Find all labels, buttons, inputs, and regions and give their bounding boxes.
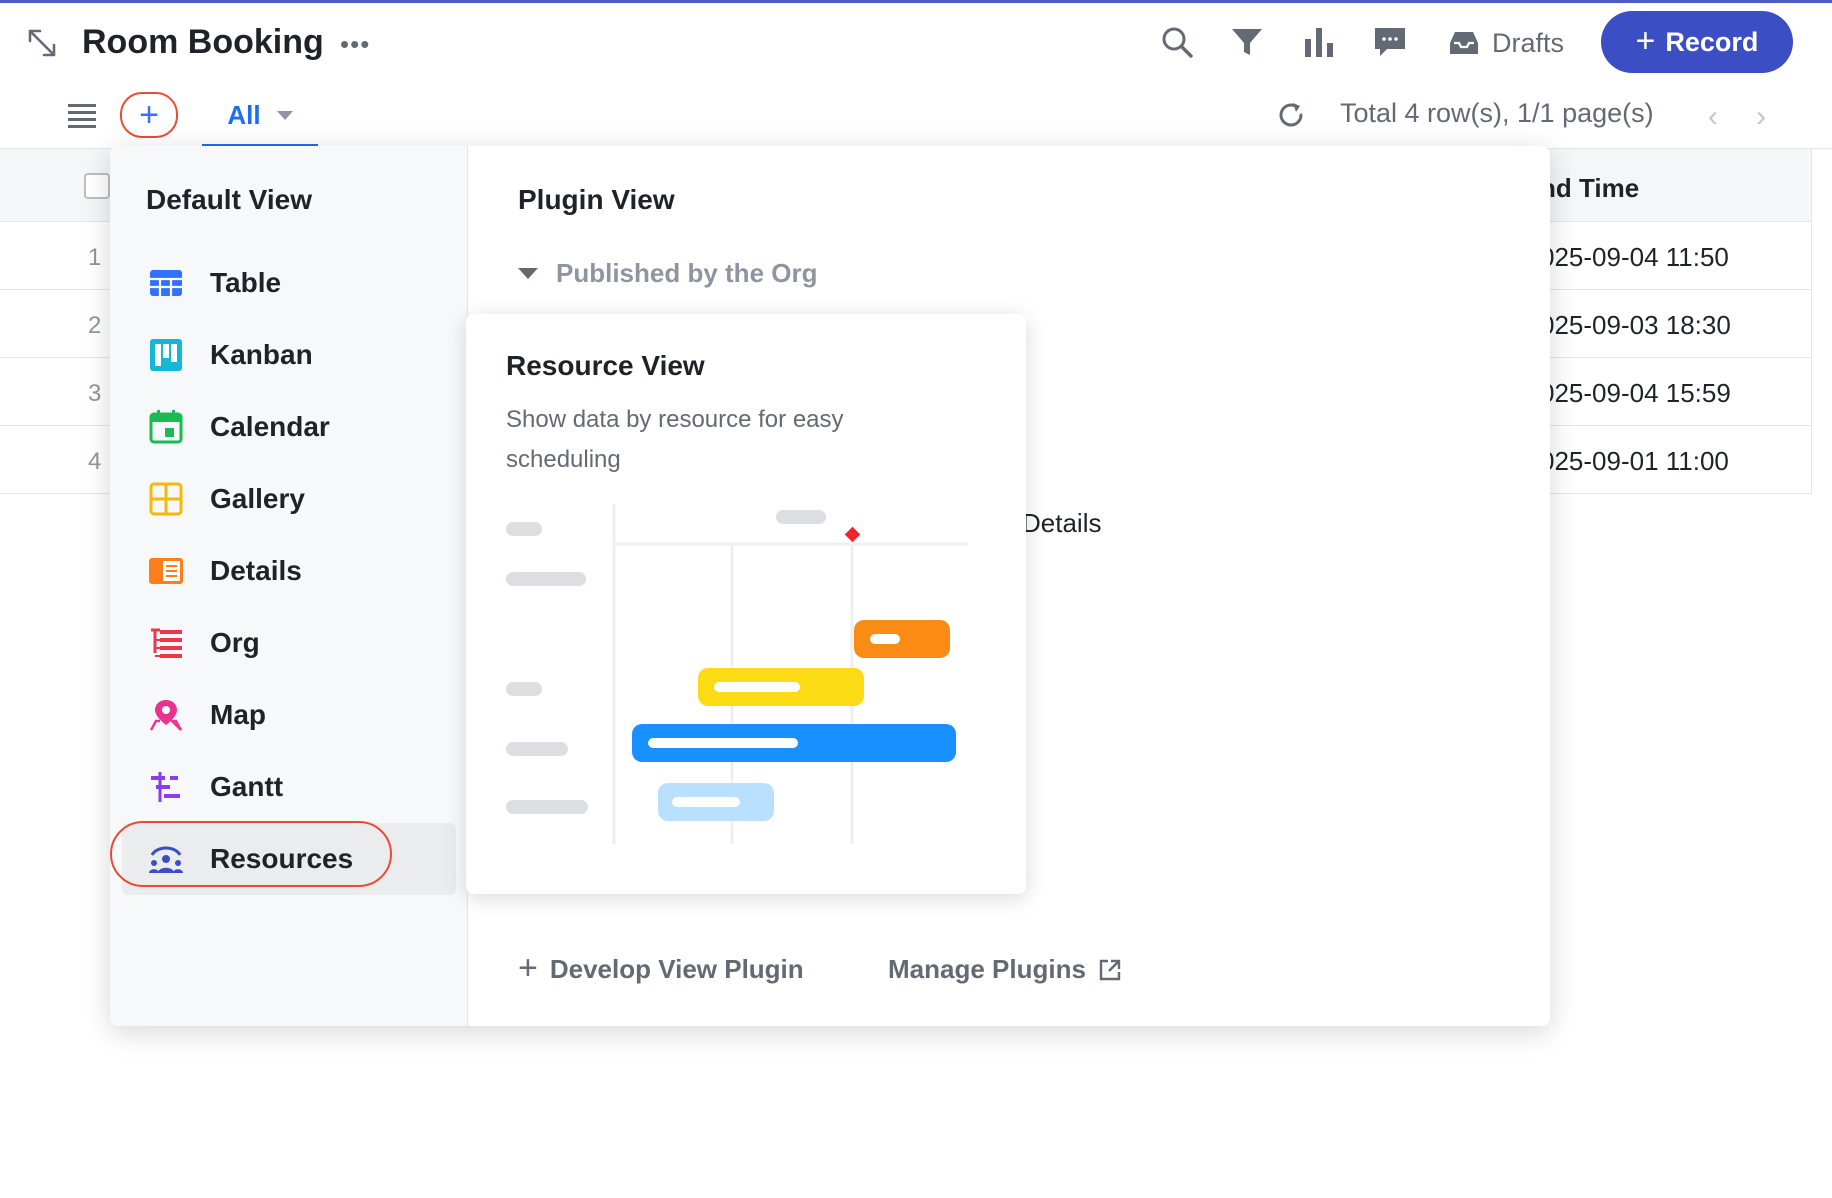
view-option-label: Map <box>210 699 266 730</box>
end-time-cell[interactable]: 025-09-04 15:59 <box>1540 378 1731 409</box>
view-option-table[interactable]: Table <box>122 247 456 319</box>
view-toolbar: + All Total 4 row(s), 1/1 page(s) ‹ › <box>0 86 1832 148</box>
record-button-label: Record <box>1665 26 1759 57</box>
view-option-label: Gallery <box>210 483 305 514</box>
manage-plugins-label: Manage Plugins <box>888 954 1086 984</box>
resources-icon <box>149 846 183 873</box>
select-all-checkbox[interactable] <box>84 173 110 199</box>
next-page-button[interactable]: › <box>1756 100 1766 134</box>
view-option-label: Calendar <box>210 411 330 442</box>
view-option-details[interactable]: Details <box>122 535 456 607</box>
calendar-icon <box>149 410 183 444</box>
refresh-icon[interactable] <box>1276 100 1306 130</box>
view-option-label: Details <box>210 555 302 586</box>
divider <box>1811 149 1812 494</box>
drafts-button[interactable]: Drafts <box>1448 23 1564 63</box>
more-icon[interactable]: ••• <box>340 29 370 60</box>
kanban-icon <box>150 339 182 371</box>
pagination-summary: Total 4 row(s), 1/1 page(s) <box>1340 98 1654 128</box>
view-option-label: Resources <box>210 843 354 874</box>
caret-down-icon <box>518 268 538 279</box>
drafts-label: Drafts <box>1492 27 1565 58</box>
plus-icon: + <box>139 96 159 134</box>
plugin-view-title: Plugin View <box>518 184 675 215</box>
row-number: 4 <box>88 448 102 475</box>
map-pin-icon <box>149 700 183 731</box>
chart-icon[interactable] <box>1302 25 1336 59</box>
view-option-kanban[interactable]: Kanban <box>122 319 456 391</box>
default-view-list: Default View Table Kanban Calendar Galle… <box>110 146 468 1026</box>
plugin-item-details[interactable]: Details <box>1022 508 1101 539</box>
expand-icon[interactable] <box>26 27 58 59</box>
view-option-org[interactable]: Org <box>122 607 456 679</box>
org-icon <box>151 628 182 658</box>
caret-down-icon[interactable] <box>276 110 293 120</box>
resource-timeline-illustration <box>506 504 968 844</box>
resource-view-tooltip: Resource View Show data by resource for … <box>466 314 1026 894</box>
view-option-calendar[interactable]: Calendar <box>122 391 456 463</box>
add-record-button[interactable]: + Record <box>1601 11 1793 73</box>
filter-icon[interactable] <box>1230 25 1264 59</box>
gantt-icon <box>151 772 180 802</box>
end-time-cell[interactable]: 025-09-04 11:50 <box>1540 242 1729 273</box>
tooltip-title: Resource View <box>506 350 705 381</box>
view-option-resources[interactable]: Resources <box>122 823 456 895</box>
details-icon <box>149 558 183 584</box>
default-view-title: Default View <box>146 184 312 215</box>
inbox-icon <box>1450 32 1478 54</box>
plus-icon: + <box>518 948 538 987</box>
tab-all-label: All <box>227 99 261 130</box>
plugin-group-header[interactable]: Published by the Org <box>518 258 817 289</box>
gallery-icon <box>149 482 183 516</box>
page-title: Room Booking <box>82 23 324 61</box>
view-option-label: Gantt <box>210 771 284 802</box>
table-icon <box>150 270 182 296</box>
view-list-icon[interactable] <box>68 102 96 128</box>
develop-view-plugin-button[interactable]: + Develop View Plugin <box>518 948 804 987</box>
view-option-gantt[interactable]: Gantt <box>122 751 456 823</box>
comment-icon[interactable] <box>1373 25 1407 59</box>
view-option-label: Table <box>210 267 282 298</box>
manage-plugins-link[interactable]: Manage Plugins <box>888 954 1122 985</box>
plugin-group-label: Published by the Org <box>556 258 818 288</box>
row-number: 3 <box>88 380 102 407</box>
view-option-map[interactable]: Map <box>122 679 456 751</box>
end-time-cell[interactable]: 025-09-01 11:00 <box>1540 446 1729 477</box>
tab-all[interactable]: All <box>202 86 318 146</box>
prev-page-button[interactable]: ‹ <box>1708 100 1718 134</box>
row-number: 2 <box>88 312 102 339</box>
view-option-label: Kanban <box>210 339 313 370</box>
view-option-label: Org <box>210 627 260 658</box>
develop-plugin-label: Develop View Plugin <box>549 954 804 984</box>
search-icon[interactable] <box>1160 25 1194 59</box>
tooltip-description: Show data by resource for easy schedulin… <box>506 406 844 473</box>
add-view-button[interactable]: + <box>120 92 178 138</box>
row-number: 1 <box>88 244 102 271</box>
end-time-cell[interactable]: 025-09-03 18:30 <box>1540 310 1731 341</box>
column-header-end-time[interactable]: nd Time <box>1540 173 1639 204</box>
header: Room Booking ••• Drafts + Record <box>0 3 1832 79</box>
view-option-gallery[interactable]: Gallery <box>122 463 456 535</box>
external-link-icon <box>1099 959 1121 980</box>
plus-icon: + <box>1635 21 1656 60</box>
